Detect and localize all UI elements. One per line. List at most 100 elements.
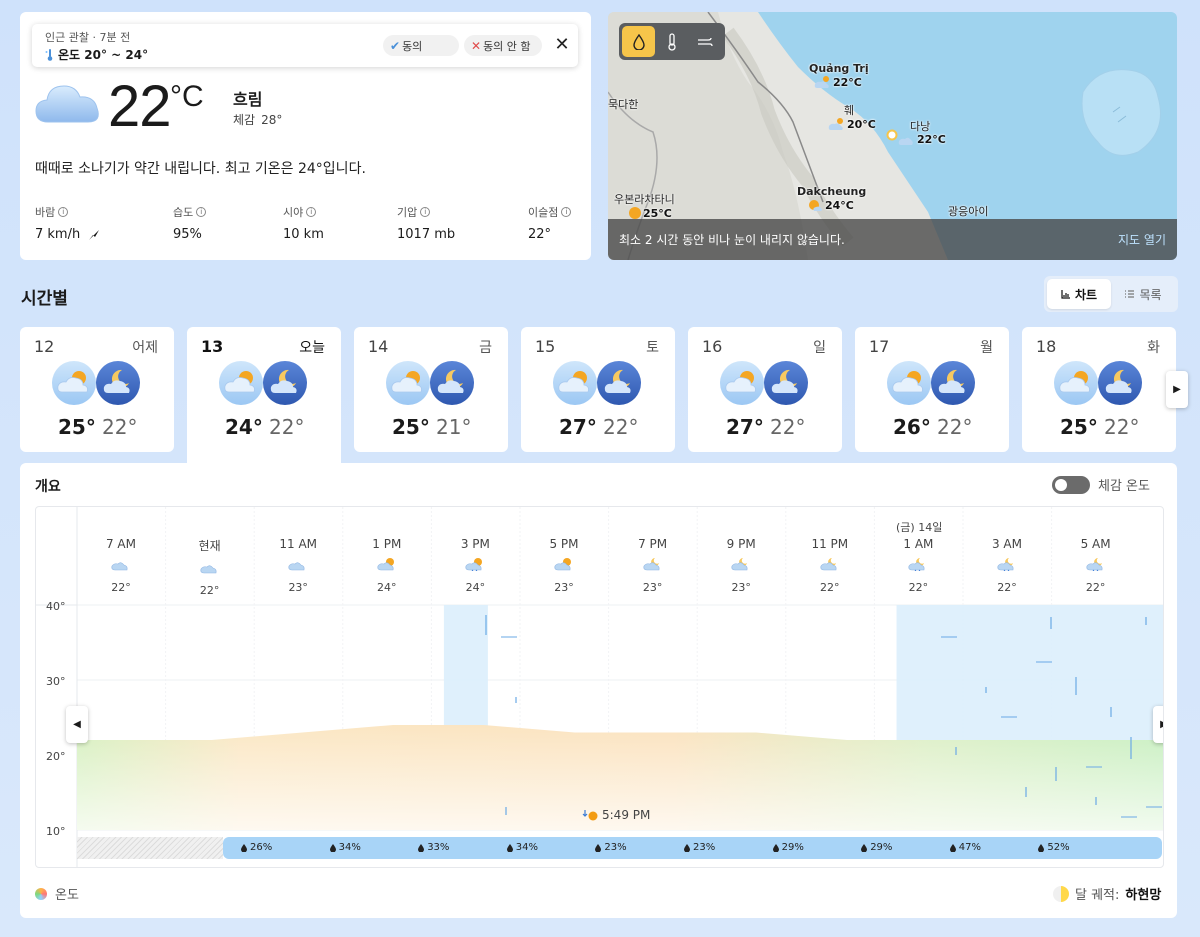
day-high: 25° <box>58 415 96 439</box>
chart-next-arrow[interactable]: ▶ <box>1153 706 1163 743</box>
day-card[interactable]: 18 화 25° 22° <box>1022 327 1176 452</box>
day-card[interactable]: 15 토 27° 22° <box>521 327 675 452</box>
current-temperature: 22 <box>108 74 172 139</box>
metric-value: 1017 mb <box>397 227 456 242</box>
precip-chance: 34% <box>329 842 361 853</box>
temperature-layer-button[interactable] <box>655 26 688 57</box>
day-high: 26° <box>893 415 931 439</box>
view-toggle: 차트 목록 <box>1044 276 1178 312</box>
toggle-switch[interactable] <box>1052 475 1090 494</box>
hour-time: 5 PM <box>549 537 579 551</box>
chart-view-label: 차트 <box>1074 287 1098 302</box>
precip-value: 26% <box>250 842 273 853</box>
hour-time: 11 PM <box>811 537 849 551</box>
sunset-icon <box>582 810 598 821</box>
hour-time: 11 AM <box>279 537 318 551</box>
day-name: 오늘 <box>299 340 325 356</box>
precip-value: 29% <box>781 842 804 853</box>
droplet-icon <box>506 843 513 852</box>
hour-temp: 23° <box>554 581 574 594</box>
info-icon[interactable]: i <box>561 207 572 217</box>
metric-visibility[interactable]: 시야 i 10 km <box>283 204 324 242</box>
map-layer-toggle <box>619 23 725 60</box>
days-next-arrow[interactable]: ▶ <box>1166 371 1188 408</box>
hour-temp: 23° <box>288 581 308 594</box>
chart-view-button[interactable]: 차트 <box>1047 279 1111 309</box>
day-name: 금 <box>479 340 492 356</box>
day-card[interactable]: 12 어제 25° 22° <box>20 327 174 452</box>
map-label-dakcheung: Dakcheung <box>797 185 867 198</box>
disagree-label: 동의 안 함 <box>483 39 531 53</box>
day-weather-icon <box>553 361 597 405</box>
map-pin-hue[interactable]: 20°C <box>828 117 876 131</box>
metric-pressure[interactable]: 기압 i 1017 mb <box>397 204 455 242</box>
y-tick: 10° <box>46 825 66 838</box>
observation-range-text: 온도 20° ~ 24° <box>58 48 149 62</box>
day-low: 22° <box>770 415 806 439</box>
day-number: 12 <box>34 337 55 356</box>
day-weather-icon <box>52 361 96 405</box>
info-icon[interactable]: i <box>420 207 431 217</box>
temperature-unit[interactable]: °C <box>170 80 204 114</box>
info-icon[interactable]: i <box>58 207 69 217</box>
nowcast-text: 최소 2 시간 동안 비나 눈이 내리지 않습니다. <box>619 233 845 247</box>
moon-label: 달 궤적: <box>1075 888 1120 903</box>
night-weather-icon <box>597 361 641 405</box>
cloud-sun-icon <box>828 118 843 130</box>
droplet-icon <box>595 843 602 852</box>
chart-prev-arrow[interactable]: ◀ <box>66 706 88 743</box>
weather-map[interactable]: Quảng Trị 22°C 묵다한 훼 20°C 다낭 22°C Dakche… <box>608 12 1177 260</box>
agree-button[interactable]: ✔ 동의 <box>383 35 459 56</box>
day-card[interactable]: 17 월 26° 22° <box>855 327 1009 452</box>
sun-icon <box>629 207 641 219</box>
map-pin-ubon[interactable]: 25°C <box>628 206 672 220</box>
map-pin-quang-tri[interactable]: 22°C <box>814 75 862 89</box>
info-icon[interactable]: i <box>196 207 207 217</box>
day-high: 25° <box>392 415 430 439</box>
precip-value: 52% <box>1047 842 1070 853</box>
droplet-icon <box>861 843 868 852</box>
hour-column: 7 AM 22° <box>77 537 165 594</box>
hour-column: 9 PM 23° <box>697 537 785 594</box>
day-name: 어제 <box>132 340 158 356</box>
day-weather-icon <box>720 361 764 405</box>
day-number: 17 <box>869 337 890 356</box>
hour-temp: 22° <box>908 581 929 594</box>
open-map-link[interactable]: 지도 열기 <box>1118 231 1166 248</box>
metric-wind[interactable]: 바람 i 7 km/h <box>35 204 100 242</box>
day-card[interactable]: 16 일 27° 22° <box>688 327 842 452</box>
hour-temp: 24° <box>465 581 486 594</box>
hour-weather-icon <box>554 558 571 571</box>
condition-text: 흐림 <box>233 90 263 109</box>
disagree-button[interactable]: ✕ 동의 안 함 <box>464 35 542 56</box>
hour-weather-icon <box>997 558 1014 572</box>
day-card[interactable]: 14 금 25° 21° <box>354 327 508 452</box>
metric-humidity[interactable]: 습도 i 95% <box>173 204 207 242</box>
close-icon[interactable]: ✕ <box>552 35 572 55</box>
list-icon <box>1125 290 1135 298</box>
day-number: 13 <box>201 337 224 356</box>
metric-value: 7 km/h <box>35 227 81 242</box>
precip-chance: 29% <box>861 842 892 853</box>
day-number: 14 <box>368 337 389 356</box>
wind-icon <box>697 37 713 46</box>
hour-temp: 22° <box>820 581 840 594</box>
day-card[interactable]: 13 오늘 24° 22° <box>187 327 341 467</box>
hour-temp: 22° <box>111 581 131 594</box>
chart-icon <box>1061 290 1070 299</box>
y-tick: 40° <box>46 600 66 613</box>
feels-like-toggle[interactable]: 체감 온도 <box>1052 475 1150 494</box>
metric-label: 습도 <box>173 206 194 219</box>
map-pin-dakcheung[interactable]: 24°C <box>806 198 854 212</box>
list-view-button[interactable]: 목록 <box>1111 279 1175 309</box>
precipitation-layer-button[interactable] <box>622 26 655 57</box>
map-pin-danang[interactable]: 22°C <box>898 132 946 146</box>
night-weather-icon <box>1098 361 1142 405</box>
precip-chance: 52% <box>1038 842 1070 853</box>
cloudy-icon <box>35 85 99 123</box>
map-footer: 최소 2 시간 동안 비나 눈이 내리지 않습니다. 지도 열기 <box>608 219 1177 260</box>
observation-range: 온도 20° ~ 24° <box>45 46 148 63</box>
wind-layer-button[interactable] <box>688 26 721 57</box>
metric-dew-point[interactable]: 이슬점 i 22° <box>528 204 572 242</box>
info-icon[interactable]: i <box>306 207 317 217</box>
